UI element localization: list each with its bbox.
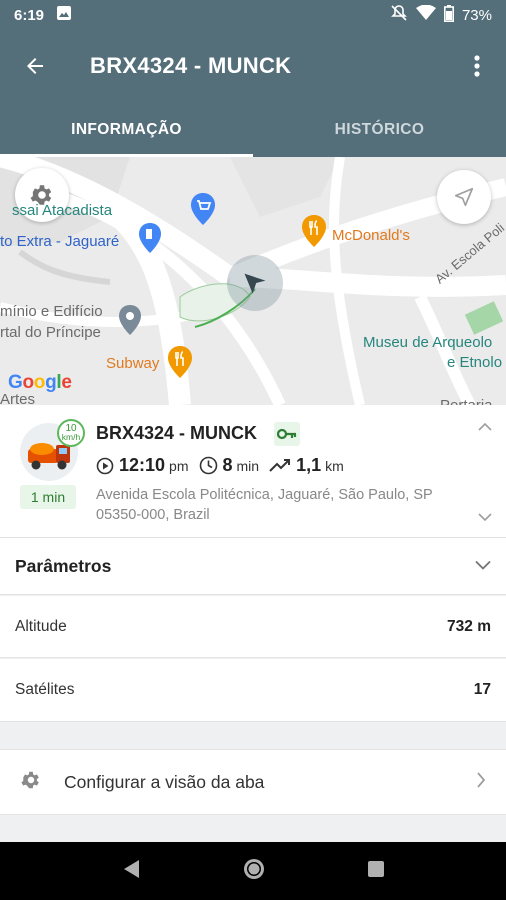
- elapsed-unit: min: [236, 458, 260, 474]
- map-label-extra: to Extra - Jaguaré: [0, 233, 120, 250]
- tab-historico[interactable]: HISTÓRICO: [253, 102, 506, 157]
- vehicle-name: BRX4324 - MUNCK: [96, 423, 258, 443]
- vehicle-marker[interactable]: [227, 255, 283, 311]
- shopping-cart-pin-icon: [190, 193, 216, 230]
- map-label-mcdonalds: McDonald's: [332, 227, 410, 244]
- chevron-down-icon: [475, 557, 491, 575]
- collapse-card-button[interactable]: [478, 419, 492, 437]
- time-stat: 12:10 pm: [96, 455, 189, 476]
- elapsed-stat: 8 min: [199, 455, 260, 476]
- nav-back-button[interactable]: [121, 858, 141, 885]
- arrow-back-icon: [27, 58, 43, 74]
- nav-recents-button[interactable]: [367, 860, 385, 883]
- map-label-assai: ssai Atacadista: [12, 202, 113, 219]
- fuel-pin-icon: [138, 223, 162, 258]
- status-bar: 6:19 73%: [0, 0, 506, 30]
- wifi-icon: [415, 4, 436, 25]
- gear-icon: [20, 769, 42, 796]
- nav-home-button[interactable]: [242, 857, 266, 886]
- duration-badge: 1 min: [20, 485, 76, 509]
- navigation-arrow-icon: [454, 187, 474, 207]
- distance-unit: km: [325, 458, 344, 474]
- mute-icon: [390, 4, 408, 26]
- map-label-condominio-2: rtal do Príncipe: [0, 324, 101, 341]
- page-title: BRX4324 - MUNCK: [90, 53, 292, 78]
- configure-tab-view-button[interactable]: Configurar a visão da aba: [0, 749, 506, 815]
- parameter-key: Altitude: [15, 617, 67, 635]
- more-vert-icon: [474, 55, 480, 77]
- map-label-museu-2: e Etnolo: [447, 354, 503, 371]
- parameters-label: Parâmetros: [15, 555, 112, 576]
- app-bar: BRX4324 - MUNCK: [0, 30, 506, 102]
- tab-informacao[interactable]: INFORMAÇÃO: [0, 102, 253, 157]
- expand-card-button[interactable]: [478, 509, 492, 527]
- clock-icon: [199, 456, 217, 475]
- trending-up-icon: [269, 458, 291, 472]
- parameter-value: 732 m: [447, 617, 491, 635]
- map-label-portaria: Portaria: [440, 397, 493, 405]
- elapsed-value: 8: [222, 455, 233, 475]
- speed-unit: km/h: [61, 432, 81, 442]
- speed-badge: 10 km/h: [57, 419, 85, 447]
- parameter-row-satellites: Satélites 17: [0, 659, 506, 722]
- image-notification-icon: [56, 5, 72, 25]
- map-label-subway: Subway: [106, 355, 160, 372]
- my-location-button[interactable]: [437, 170, 491, 224]
- vehicle-address: Avenida Escola Politécnica, Jaguaré, São…: [96, 487, 433, 523]
- recents-square-icon: [368, 860, 385, 877]
- parameter-key: Satélites: [15, 681, 75, 698]
- time-value: 12:10: [119, 455, 166, 475]
- system-nav-bar: [0, 842, 506, 900]
- battery-icon: [443, 4, 454, 26]
- ignition-key-badge: [274, 422, 300, 446]
- chevron-up-icon: [478, 422, 492, 431]
- parameter-value: 17: [473, 681, 491, 698]
- parameter-row-altitude: Altitude 732 m: [0, 596, 506, 658]
- map-label-museu-1: Museu de Arqueolo: [363, 334, 493, 351]
- place-pin-icon: [118, 305, 142, 340]
- map-label-condominio-1: mínio e Edifício: [0, 303, 103, 320]
- chevron-right-icon: [476, 771, 486, 793]
- back-triangle-icon: [123, 859, 139, 878]
- back-button[interactable]: [0, 54, 70, 78]
- vehicle-direction-icon: [244, 273, 266, 294]
- restaurant-pin-icon: [301, 215, 327, 252]
- vehicle-summary-card[interactable]: 10 km/h 1 min BRX4324 - MUNCK 12:10 pm 8…: [0, 405, 506, 538]
- google-logo: Google: [8, 372, 72, 393]
- trip-stats: 12:10 pm 8 min 1,1 km: [96, 455, 354, 476]
- overflow-menu-button[interactable]: [448, 54, 506, 78]
- configure-tab-view-label: Configurar a visão da aba: [64, 771, 265, 792]
- distance-value: 1,1: [296, 455, 322, 475]
- time-suffix: pm: [169, 458, 189, 474]
- battery-percent: 73%: [461, 6, 492, 24]
- key-icon: [277, 428, 297, 440]
- parameters-header[interactable]: Parâmetros: [0, 538, 506, 595]
- play-circle-icon: [96, 457, 114, 474]
- tab-bar: INFORMAÇÃO HISTÓRICO: [0, 102, 506, 157]
- map-view[interactable]: ssai Atacadista to Extra - Jaguaré McDon…: [0, 157, 506, 405]
- status-time: 6:19: [14, 6, 45, 24]
- distance-stat: 1,1 km: [269, 455, 344, 476]
- restaurant-pin-icon-2: [167, 346, 193, 383]
- chevron-down-icon: [478, 513, 492, 522]
- home-circle-icon: [243, 858, 264, 879]
